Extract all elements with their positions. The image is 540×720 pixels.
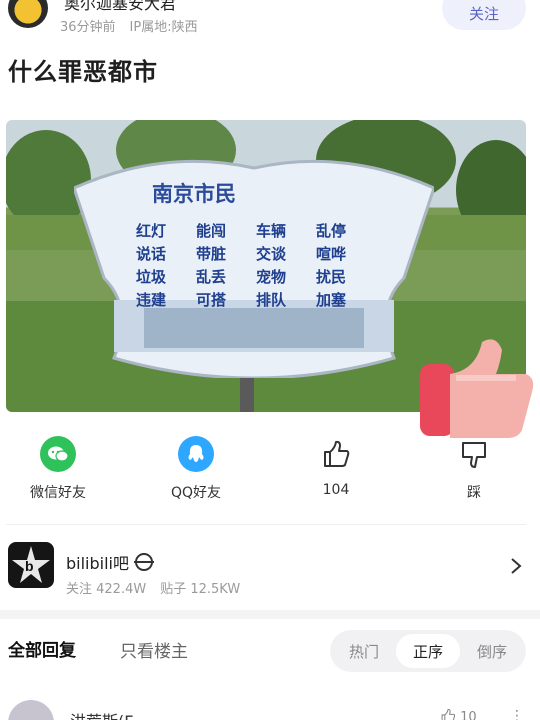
sign-cell: 违建 xyxy=(136,291,167,309)
dislike-button[interactable]: 踩 xyxy=(419,436,529,502)
sign-cell: 乱丢 xyxy=(196,268,227,286)
sort-descending[interactable]: 倒序 xyxy=(460,634,524,668)
author-name[interactable]: 奥尔迦塞安大君 xyxy=(64,0,176,14)
author-avatar[interactable] xyxy=(8,0,48,28)
svg-text:b: b xyxy=(25,558,34,574)
thumbs-down-icon xyxy=(456,436,492,472)
sort-hot[interactable]: 热门 xyxy=(332,634,396,668)
divider xyxy=(6,524,526,525)
like-button[interactable]: 104 xyxy=(281,436,391,498)
thumbs-up-icon xyxy=(318,436,354,472)
sign-cell: 喧哗 xyxy=(316,245,347,263)
forum-followers: 关注 422.4W xyxy=(66,582,147,597)
sign-post xyxy=(240,378,254,412)
more-options-icon[interactable]: ⋮ xyxy=(510,708,524,720)
sort-ascending[interactable]: 正序 xyxy=(396,634,460,668)
ip-location: IP属地:陕西 xyxy=(129,20,198,35)
reply-author[interactable]: 洪荒斯(F xyxy=(70,708,133,720)
sign-title: 南京市民 xyxy=(152,182,236,206)
sign-cell: 带脏 xyxy=(196,245,227,263)
sign-cell: 加塞 xyxy=(316,291,347,309)
sign-cell: 说话 xyxy=(136,245,167,263)
reply-like-button[interactable]: 10 xyxy=(440,708,477,720)
share-wechat-label: 微信好友 xyxy=(30,485,86,501)
reply-avatar[interactable] xyxy=(8,700,54,720)
section-separator xyxy=(0,610,540,619)
sign-cell: 能闯 xyxy=(196,222,227,240)
thumbs-up-icon xyxy=(441,708,456,720)
wechat-icon xyxy=(40,436,76,472)
sign-cell: 乱停 xyxy=(316,222,347,240)
chevron-right-icon[interactable] xyxy=(506,556,526,576)
tab-all-replies[interactable]: 全部回复 xyxy=(8,636,76,661)
dislike-label: 踩 xyxy=(467,485,481,501)
forum-stats: 关注 422.4W 贴子 12.5KW xyxy=(66,578,240,597)
sign-cell: 车辆 xyxy=(256,222,287,240)
post-meta: 36分钟前 IP属地:陕西 xyxy=(60,16,198,35)
sign-cell: 交谈 xyxy=(256,245,287,263)
forum-name[interactable]: bilibili吧 xyxy=(66,550,154,574)
sign-cell: 宠物 xyxy=(256,268,287,286)
forum-avatar[interactable]: b xyxy=(8,542,54,588)
post-header: 奥尔迦塞安大君 36分钟前 IP属地:陕西 关注 xyxy=(0,0,540,40)
share-qq-label: QQ好友 xyxy=(170,485,222,501)
action-row: 微信好友 QQ好友 104 踩 xyxy=(0,436,540,516)
sign-cell: 排队 xyxy=(256,291,287,309)
post-time: 36分钟前 xyxy=(60,20,116,35)
sign-cell: 红灯 xyxy=(136,222,167,240)
qq-icon xyxy=(178,436,214,472)
sort-switch: 热门 正序 倒序 xyxy=(330,630,526,672)
thumbs-up-sticker-icon xyxy=(420,339,534,438)
share-qq[interactable]: QQ好友 xyxy=(141,436,251,502)
forum-badge-icon xyxy=(134,553,154,571)
tab-op-only[interactable]: 只看楼主 xyxy=(120,637,188,662)
post-title: 什么罪恶都市 xyxy=(8,58,158,86)
share-wechat[interactable]: 微信好友 xyxy=(3,436,113,502)
sign-text-grid: 红灯 能闯 车辆 乱停 说话 带脏 交谈 喧哗 垃圾 乱丢 宠物 扰民 违建 可… xyxy=(136,220,376,310)
forum-name-text: bilibili吧 xyxy=(66,554,129,573)
reply-like-count: 10 xyxy=(460,710,477,720)
follow-button[interactable]: 关注 xyxy=(442,0,526,30)
like-count: 104 xyxy=(322,482,350,498)
sign-cell: 垃圾 xyxy=(136,268,167,286)
sign-cell: 扰民 xyxy=(316,268,347,286)
forum-posts: 贴子 12.5KW xyxy=(160,582,241,597)
sign-cell: 可搭 xyxy=(196,291,227,309)
